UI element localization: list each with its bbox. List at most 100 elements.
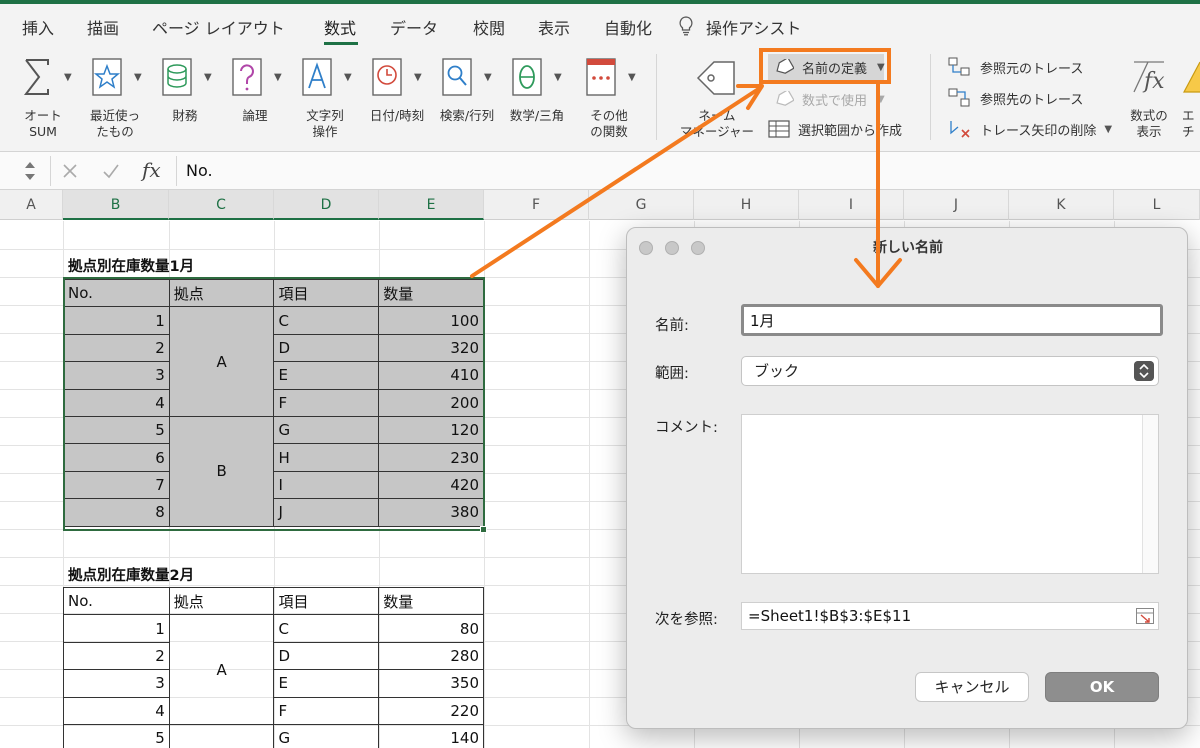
trace-precedents-button[interactable]: 参照元のトレース [948,54,1083,80]
column-header-c[interactable]: C [169,190,274,220]
ok-button[interactable]: OK [1045,672,1159,702]
trace-precedents-icon [948,57,970,76]
range-picker-icon[interactable] [1136,608,1154,624]
qty-cell[interactable]: 100 [378,306,484,335]
item-cell[interactable]: C [273,614,380,643]
no-cell[interactable]: 3 [63,669,170,698]
base-cell[interactable] [168,723,275,748]
qty-cell[interactable]: 320 [378,333,484,363]
column-header-f[interactable]: F [484,190,589,220]
column-header-e[interactable]: E [379,190,484,220]
comment-scrollbar[interactable] [1142,415,1158,573]
no-cell[interactable]: 8 [63,498,170,527]
item-cell[interactable]: D [273,333,380,363]
tab-page-layout[interactable]: ページ レイアウト [152,15,285,39]
no-cell[interactable]: 4 [63,388,170,417]
tab-data[interactable]: データ [390,15,438,39]
column-header-b[interactable]: B [63,190,169,220]
scope-select[interactable]: ブック [741,356,1159,386]
qty-cell[interactable]: 120 [378,415,484,445]
qty-cell[interactable]: 220 [378,696,484,725]
item-cell[interactable]: C [273,306,380,335]
use-in-formula-button[interactable]: 数式で使用 ▼ [768,86,885,112]
remove-arrows-button[interactable]: トレース矢印の削除 ▼ [948,116,1112,142]
qty-cell[interactable]: 230 [378,443,484,472]
column-header-h[interactable]: H [694,190,799,220]
create-from-selection-button[interactable]: 選択範囲から作成 [768,116,902,142]
tab-insert[interactable]: 挿入 [22,15,54,39]
column-header-l[interactable]: L [1114,190,1200,220]
fbar-separator [176,156,177,186]
tab-view[interactable]: 表示 [538,15,570,39]
item-cell[interactable]: H [273,443,380,472]
no-cell[interactable]: 4 [63,696,170,725]
header-cell[interactable]: 数量 [378,278,484,308]
base-cell[interactable]: A [168,614,275,725]
column-header-d[interactable]: D [274,190,379,220]
item-cell[interactable]: G [273,723,380,748]
tab-review[interactable]: 校閲 [473,15,505,39]
cancel-x-icon[interactable] [62,163,78,179]
trace-dependents-button[interactable]: 参照先のトレース [948,85,1083,111]
qty-cell[interactable]: 350 [378,669,484,698]
column-header-a[interactable]: A [0,190,63,220]
item-cell[interactable]: D [273,641,380,671]
table-header-row: No. 拠点 項目 数量 [63,586,484,616]
column-header-k[interactable]: K [1009,190,1114,220]
no-cell[interactable]: 2 [63,641,170,671]
item-cell[interactable]: F [273,388,380,417]
tab-tell-me[interactable]: 操作アシスト [706,15,801,39]
header-cell[interactable]: 拠点 [168,586,275,616]
item-cell[interactable]: I [273,470,380,500]
insert-function-icon[interactable]: fx [142,158,161,182]
name-input[interactable] [741,304,1163,336]
table-row: 5 G 140 [63,723,484,748]
refers-to-input[interactable]: =Sheet1!$B$3:$E$11 [741,602,1159,630]
qty-cell[interactable]: 280 [378,641,484,671]
item-cell[interactable]: J [273,498,380,527]
no-cell[interactable]: 5 [63,723,170,748]
no-cell[interactable]: 7 [63,470,170,500]
tab-draw[interactable]: 描画 [87,15,119,39]
tab-formulas[interactable]: 数式 [324,15,356,39]
header-cell[interactable]: 数量 [378,586,484,616]
header-cell[interactable]: 拠点 [168,278,275,308]
formula-input[interactable]: No. [186,161,213,180]
qty-cell[interactable]: 140 [378,723,484,748]
table1[interactable]: No. 拠点 項目 数量 1 A C 100 2 D 320 3 E 410 4… [63,278,484,527]
qty-cell[interactable]: 380 [378,498,484,527]
item-cell[interactable]: F [273,696,380,725]
no-cell[interactable]: 3 [63,361,170,390]
column-header-g[interactable]: G [589,190,694,220]
qty-cell[interactable]: 420 [378,470,484,500]
refers-to-label: 次を参照: [655,612,718,628]
lightbulb-icon [679,16,693,36]
qty-cell[interactable]: 410 [378,361,484,390]
comment-textarea[interactable] [741,414,1159,574]
item-cell[interactable]: E [273,361,380,390]
cancel-button[interactable]: キャンセル [915,672,1029,702]
fill-handle[interactable] [480,526,487,533]
base-cell[interactable]: B [168,415,275,527]
no-cell[interactable]: 1 [63,306,170,335]
no-cell[interactable]: 5 [63,415,170,445]
no-cell[interactable]: 6 [63,443,170,472]
header-cell[interactable]: 項目 [273,278,380,308]
header-cell[interactable]: 項目 [273,586,380,616]
column-header-j[interactable]: J [904,190,1009,220]
qty-cell[interactable]: 200 [378,388,484,417]
financial-label: 財務 [172,108,198,123]
item-cell[interactable]: E [273,669,380,698]
item-cell[interactable]: G [273,415,380,445]
column-header-i[interactable]: I [799,190,904,220]
qty-cell[interactable]: 80 [378,614,484,643]
table2[interactable]: No. 拠点 項目 数量 1 A C 80 2 D 280 3 E 350 4 … [63,586,484,748]
no-cell[interactable]: 1 [63,614,170,643]
stepper-icon[interactable] [22,158,38,184]
no-cell[interactable]: 2 [63,333,170,363]
base-cell[interactable]: A [168,306,275,417]
header-cell[interactable]: No. [63,586,170,616]
header-cell[interactable]: No. [63,278,170,308]
tab-automate[interactable]: 自動化 [604,15,652,39]
confirm-check-icon[interactable] [102,163,120,179]
